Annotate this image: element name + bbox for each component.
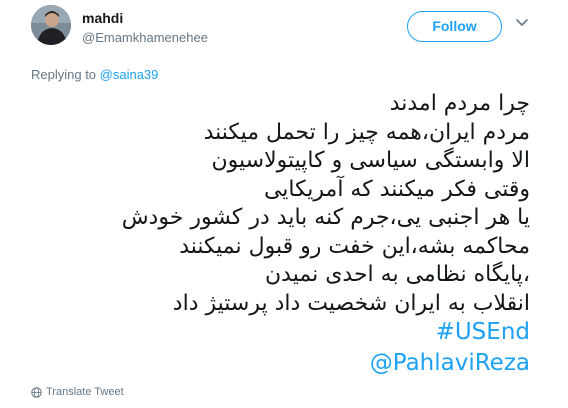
hashtag-link[interactable]: #USEnd: [436, 319, 530, 345]
tweet-line: مردم ایران،همه چیز را تحمل میکنند: [203, 119, 530, 145]
tweet-text: چرا مردم امدند مردم ایران،همه چیز را تحم…: [31, 90, 530, 318]
tweet-line: الا وابستگی سیاسی و کاپیتولاسیون: [211, 148, 531, 173]
replying-to: Replying to @saina39: [31, 67, 158, 82]
follow-button[interactable]: Follow: [407, 11, 502, 42]
tweet-line: وقتی فکر میکنند که آمریکایی: [263, 176, 530, 202]
chevron-down-icon[interactable]: [514, 14, 530, 30]
replying-to-label: Replying to: [31, 67, 100, 82]
tweet-card: mahdi @Emamkhamenehee Follow Replying to…: [0, 0, 568, 408]
avatar[interactable]: [31, 5, 71, 45]
globe-icon: [31, 386, 42, 398]
tweet-line: انقلاب به ایران شخصیت داد پرستیژ داد: [172, 290, 530, 316]
tweet-line: محاکمه بشه،این خفت رو قبول نمیکنند: [179, 233, 530, 259]
tweet-line: چرا مردم امدند: [389, 91, 530, 116]
tweet-line: یا هر اجنبی یی،جرم کنه باید در کشور خودش: [121, 205, 530, 230]
mention-link[interactable]: @PahlaviReza: [370, 350, 530, 376]
translate-tweet-button[interactable]: Translate Tweet: [31, 386, 124, 398]
translate-tweet-label: Translate Tweet: [46, 386, 124, 398]
reply-mention-link[interactable]: @saina39: [100, 67, 159, 82]
user-handle[interactable]: @Emamkhamenehee: [82, 30, 208, 45]
tweet-line: ،پایگاه نظامی به احدی نمیدن: [265, 262, 530, 287]
display-name[interactable]: mahdi: [82, 10, 123, 26]
avatar-image: [31, 5, 71, 45]
